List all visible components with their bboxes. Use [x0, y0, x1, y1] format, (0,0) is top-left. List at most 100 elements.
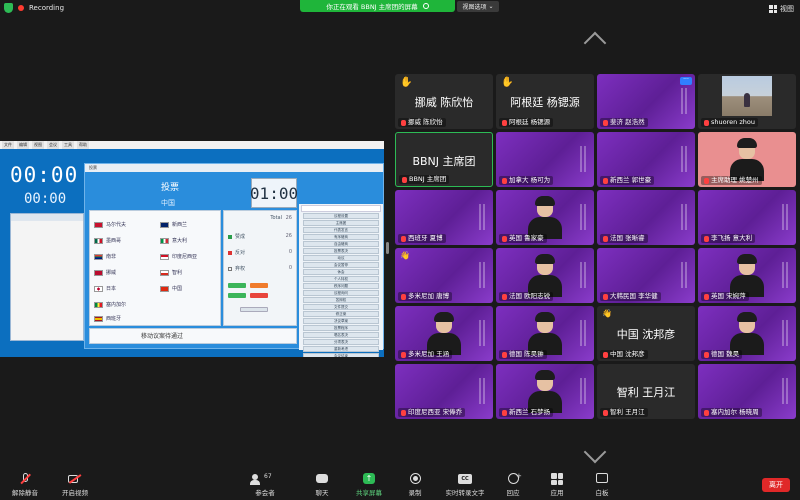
participant-display-name: 智利 王月江 — [616, 386, 676, 399]
procedure-item[interactable]: 会议结束 — [303, 353, 379, 357]
country-name: 挪威 — [106, 270, 117, 276]
total-label: Total — [270, 215, 282, 221]
leave-button[interactable]: 离开 — [762, 478, 790, 492]
participant-tile[interactable]: ​ 法国 欧阳志锐 — [496, 248, 594, 303]
participant-video — [528, 196, 562, 239]
procedure-item[interactable]: 修正案 — [303, 311, 379, 317]
start-video-button[interactable]: 开启视频 — [50, 473, 100, 497]
participant-tile[interactable]: ✋ 阿根廷 杨锶源 阿根廷 杨锶源 — [496, 74, 594, 129]
participant-tile[interactable]: ​ 👋 多米尼加 唐博 — [395, 248, 493, 303]
unmute-button[interactable]: 解除静音 — [0, 473, 50, 497]
procedure-item[interactable]: 休会 — [303, 269, 379, 275]
background-watermark: ​ — [782, 320, 788, 346]
chevron-down-icon[interactable] — [583, 440, 607, 464]
participant-tile[interactable]: ​ 加拿大 杨可为 — [496, 132, 594, 187]
participant-tile[interactable]: ​ 德国 魏昊 — [698, 306, 796, 361]
view-button[interactable]: 视图 — [769, 4, 794, 14]
procedure-search-input[interactable] — [301, 205, 381, 212]
flag-icon — [160, 237, 169, 244]
participant-tile[interactable]: ​ 大韩民国 李华健 — [597, 248, 695, 303]
whiteboard-button[interactable]: 白板 — [577, 473, 627, 497]
participant-tile[interactable]: ​ 李飞扬 意大利 — [698, 190, 796, 245]
captions-button[interactable]: CC 实时转录文字 — [440, 473, 490, 497]
procedure-item[interactable]: 重新考虑 — [303, 346, 379, 352]
participant-name: 西班牙 夏博 — [408, 234, 443, 242]
procedure-item[interactable]: 秩序问题 — [303, 283, 379, 289]
reset-button[interactable] — [240, 307, 268, 312]
shared-menubar: 文件 编辑 视图 会议 工具 帮助 — [0, 141, 384, 149]
no-button[interactable] — [250, 283, 268, 288]
mic-muted-icon — [704, 409, 709, 416]
participant-name: 塞内加尔 杨晓周 — [711, 408, 759, 416]
share-screen-button[interactable]: ↑ 共享屏幕 — [344, 473, 394, 497]
captions-label: 实时转录文字 — [445, 489, 485, 497]
background-watermark: ​ — [782, 262, 788, 288]
procedure-item[interactable]: 会议暂停 — [303, 262, 379, 268]
reactions-button[interactable]: + 回应 — [488, 472, 538, 497]
whiteboard-icon — [595, 473, 609, 485]
background-watermark: ​ — [580, 320, 586, 346]
participant-tile[interactable]: BBNJ 主席团 BBNJ 主席团 — [395, 132, 493, 187]
participant-tile[interactable]: ✋ 挪威 陈欣怡 挪威 陈欣怡 — [395, 74, 493, 129]
procedure-item[interactable]: 主席团 — [303, 220, 379, 226]
participant-tile[interactable]: ​ 新西兰 郭世豪 — [597, 132, 695, 187]
procedure-item[interactable]: 投票表决 — [303, 248, 379, 254]
participant-tile[interactable]: ​ 法国 张晰睿 — [597, 190, 695, 245]
procedure-item[interactable]: 分项表决 — [303, 339, 379, 345]
procedure-item[interactable]: 议程询问 — [303, 290, 379, 296]
shared-menu-item: 编辑 — [17, 141, 29, 149]
shared-screen[interactable]: 文件 编辑 视图 会议 工具 帮助 00:00 00:00 投票 投票 中国 0… — [0, 141, 384, 357]
participant-tile[interactable]: ​ 多米尼加 王涵 — [395, 306, 493, 361]
apps-button[interactable]: 应用 — [532, 473, 582, 497]
unmute-label: 解除静音 — [12, 489, 38, 497]
participant-tile[interactable]: 👋 中国 沈邦彦 中国 沈邦彦 — [597, 306, 695, 361]
procedure-item[interactable]: 议程设置 — [303, 213, 379, 219]
participant-tile[interactable]: shuoren zhou — [698, 74, 796, 129]
participant-tile[interactable]: ​ 德国 陈昊翀 — [496, 306, 594, 361]
confirm-button[interactable] — [228, 293, 246, 298]
participant-tile[interactable]: ​ 印度尼西亚 宋俸乔 — [395, 364, 493, 419]
participant-tile[interactable]: ​ 英国 鲁家豪 — [496, 190, 594, 245]
participant-tile[interactable]: ​ 新西兰 石梦扬 — [496, 364, 594, 419]
mic-muted-icon — [603, 351, 608, 358]
mic-muted-icon — [603, 177, 608, 184]
chat-button[interactable]: 聊天 — [297, 473, 347, 497]
abstain-label: 弃权 — [235, 266, 246, 272]
participant-tile[interactable]: 智利 王月江 智利 王月江 — [597, 364, 695, 419]
chevron-up-icon[interactable] — [583, 31, 607, 55]
participant-tile[interactable]: ​ ··· 斐济 赵浩然 — [597, 74, 695, 129]
procedure-item[interactable]: 个人特权 — [303, 276, 379, 282]
participants-button[interactable]: 67 参会者 — [240, 473, 290, 497]
procedure-item[interactable]: 自由磋商 — [303, 241, 379, 247]
reject-button[interactable] — [250, 293, 268, 298]
procedure-item[interactable]: 投票程序 — [303, 325, 379, 331]
country-item: 新西兰 — [160, 221, 187, 228]
split-divider[interactable] — [386, 242, 389, 254]
record-button[interactable]: 录制 — [390, 473, 440, 497]
participant-name: 斐济 赵浩然 — [610, 118, 645, 126]
raised-hand-icon: ✋ — [501, 77, 514, 88]
yes-button[interactable] — [228, 283, 246, 288]
meeting-toolbar: 解除静音 开启视频 67 参会者 聊天 ↑ 共享屏幕 录制 CC 实时转录文字 … — [0, 471, 800, 500]
procedure-item[interactable]: 文件提交 — [303, 304, 379, 310]
participant-name-label: 挪威 陈欣怡 — [398, 118, 446, 127]
participant-tile[interactable]: ​ 塞内加尔 杨晓周 — [698, 364, 796, 419]
procedure-item[interactable]: 答辩权 — [303, 297, 379, 303]
procedure-item[interactable]: 代表发言 — [303, 227, 379, 233]
top-bar: Recording 你正在观看 BBNJ 主席团的屏幕 视图选项 ⌄ 视图 — [0, 0, 800, 18]
participant-tile[interactable]: 主席助理 姚楚州 — [698, 132, 796, 187]
participant-tile[interactable]: ​ 西班牙 夏博 — [395, 190, 493, 245]
procedure-item[interactable]: 有序磋商 — [303, 234, 379, 240]
mic-muted-icon — [502, 177, 507, 184]
more-options-icon[interactable]: ··· — [680, 77, 692, 85]
country-item: 智利 — [160, 269, 182, 276]
procedure-item[interactable]: 唱名表决 — [303, 332, 379, 338]
participant-name-label: 英国 鲁家豪 — [499, 234, 547, 243]
procedure-item[interactable]: 决议草案 — [303, 318, 379, 324]
participant-tile[interactable]: ​ 英国 宋婉萍 — [698, 248, 796, 303]
mic-muted-icon — [502, 351, 507, 358]
view-options-button[interactable]: 视图选项 ⌄ — [457, 1, 499, 12]
procedure-item[interactable]: 动议 — [303, 255, 379, 261]
mic-muted-icon — [704, 177, 709, 184]
participant-name: BBNJ 主席团 — [409, 175, 447, 183]
